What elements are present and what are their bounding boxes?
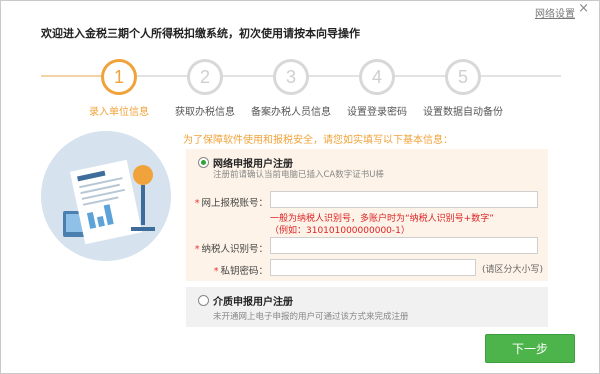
top-links: 网络设置 — [535, 5, 575, 20]
step-1-circle: 1 — [101, 59, 137, 95]
page-title: 欢迎进入金税三期个人所得税扣缴系统，初次使用请按本向导操作 — [41, 27, 360, 40]
step-4-circle: 4 — [359, 59, 395, 95]
media-register-radio[interactable] — [198, 295, 209, 306]
private-key-input[interactable] — [270, 259, 476, 276]
case-sensitive-note: (请区分大小写) — [482, 265, 544, 275]
step-1: 1 录入单位信息 — [69, 59, 169, 118]
network-register-hint: 注册前请确认当前电脑已插入CA数字证书U棒 — [213, 170, 384, 180]
step-2-label: 获取办税信息 — [175, 107, 235, 118]
media-register-panel: 介质申报用户注册 未开通网上电子申报的用户可通过该方式来完成注册 — [186, 287, 548, 327]
step-3-label: 备案办税人员信息 — [251, 107, 331, 118]
account-label: * 网上报税账号： — [194, 198, 268, 209]
close-icon[interactable]: × — [578, 2, 589, 15]
private-key-label: * 私钥密码： — [213, 266, 268, 277]
next-button[interactable]: 下一步 — [485, 334, 575, 363]
step-5-circle: 5 — [445, 59, 481, 95]
form-notice: 为了保障软件使用和报税安全，请您如实填写以下基本信息： — [183, 135, 453, 146]
step-3: 3 备案办税人员信息 — [241, 59, 341, 118]
step-2-circle: 2 — [187, 59, 223, 95]
network-register-radio[interactable] — [198, 157, 209, 168]
step-1-label: 录入单位信息 — [89, 107, 149, 118]
step-progress: 1 录入单位信息 2 获取办税信息 3 备案办税人员信息 4 设置登录密码 5 … — [41, 59, 561, 119]
step-5-label: 设置数据自动备份 — [423, 107, 503, 118]
network-register-panel: 网络申报用户注册 注册前请确认当前电脑已插入CA数字证书U棒 * 网上报税账号： … — [186, 149, 548, 281]
document-chart-icon — [41, 131, 171, 261]
media-register-hint: 未开通网上电子申报的用户可通过该方式来完成注册 — [213, 312, 409, 322]
taxid-label: * 纳税人识别号： — [194, 244, 268, 255]
wizard-window: 网络设置 × 欢迎进入金税三期个人所得税扣缴系统，初次使用请按本向导操作 1 录… — [0, 0, 600, 374]
step-4: 4 设置登录密码 — [327, 59, 427, 118]
taxid-input[interactable] — [270, 237, 538, 254]
account-input[interactable] — [270, 191, 538, 208]
media-register-label: 介质申报用户注册 — [213, 297, 293, 308]
network-settings-link[interactable]: 网络设置 — [535, 5, 575, 20]
step-2: 2 获取办税信息 — [155, 59, 255, 118]
media-register-option[interactable]: 介质申报用户注册 — [198, 293, 293, 308]
step-4-label: 设置登录密码 — [347, 107, 407, 118]
account-example-note: （例如：310101000000000-1） — [270, 226, 410, 236]
document-illustration — [41, 131, 171, 261]
step-3-circle: 3 — [273, 59, 309, 95]
step-5: 5 设置数据自动备份 — [413, 59, 513, 118]
